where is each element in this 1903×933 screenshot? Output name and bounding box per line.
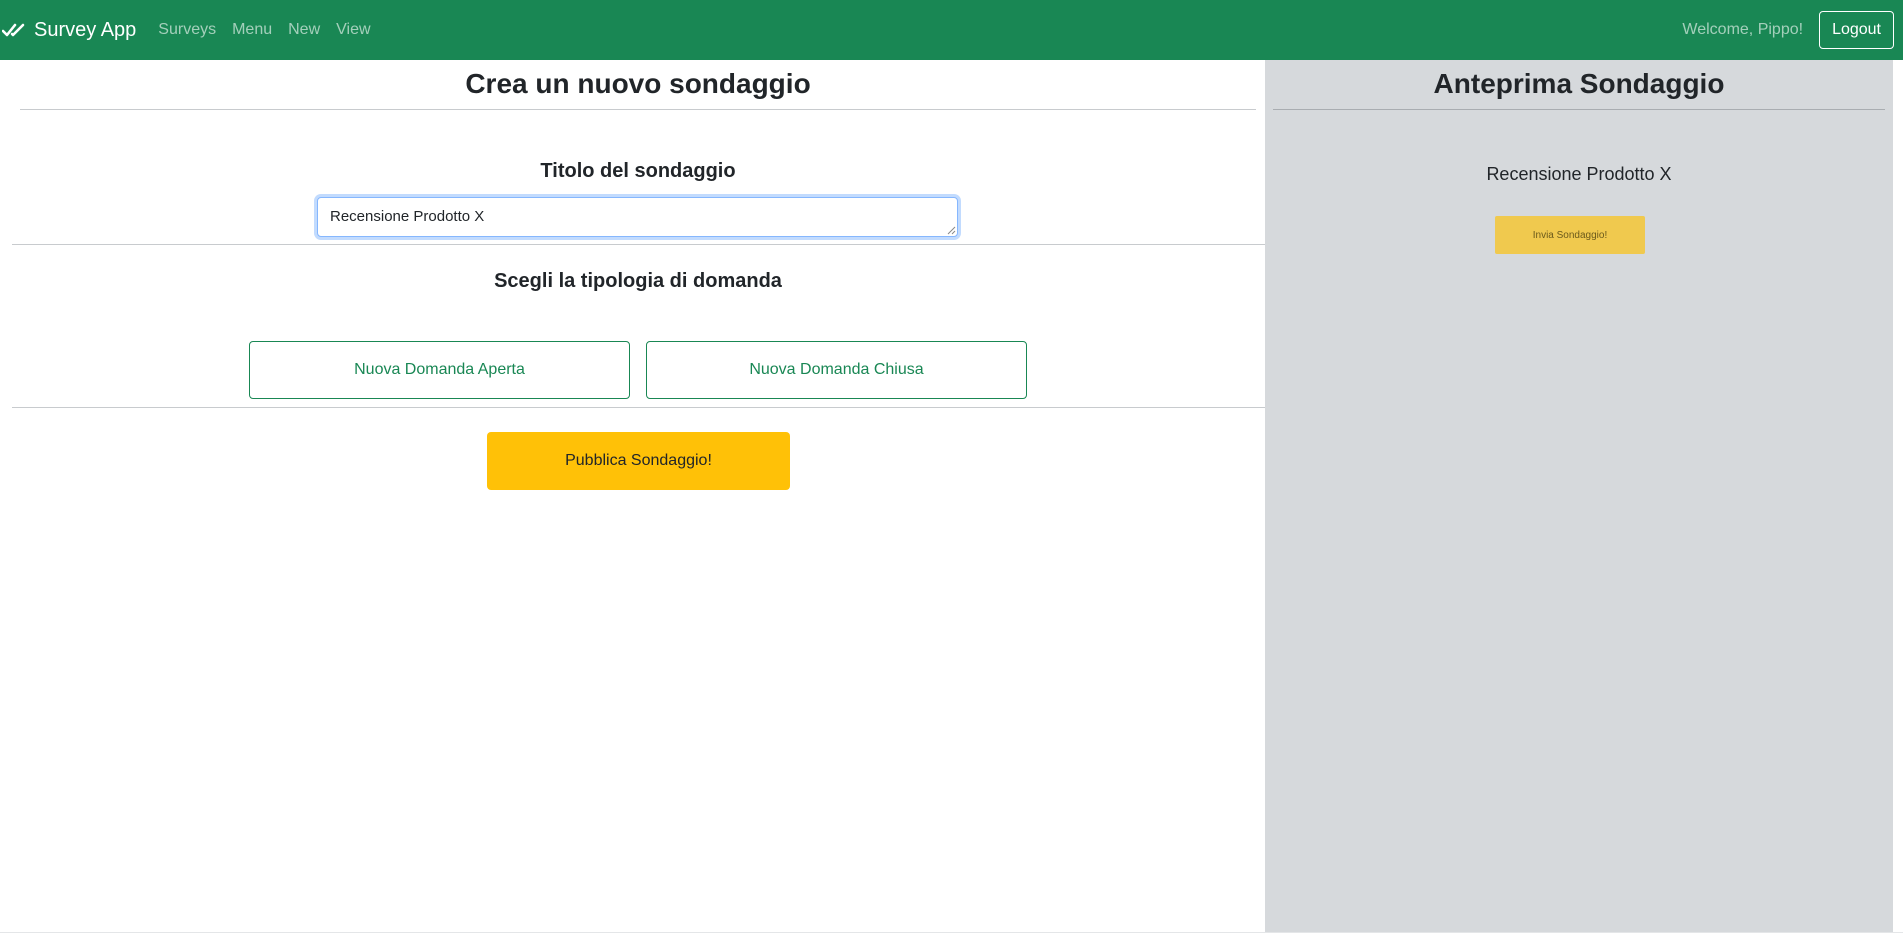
question-type-label: Scegli la tipologia di domanda [494, 270, 782, 292]
survey-title-input[interactable] [317, 197, 958, 237]
divider [12, 407, 1265, 408]
nav-link-view[interactable]: View [336, 21, 370, 39]
top-navbar: Survey App Surveys Menu New View Welcome… [0, 0, 1903, 60]
divider [20, 109, 1256, 110]
preview-survey-title: Recensione Prodotto X [1486, 164, 1672, 184]
send-survey-button[interactable]: Invia Sondaggio! [1495, 216, 1645, 254]
brand[interactable]: Survey App [2, 19, 136, 42]
nav-link-new[interactable]: New [288, 21, 320, 39]
page-title: Crea un nuovo sondaggio [465, 68, 811, 99]
title-label: Titolo del sondaggio [540, 160, 736, 182]
publish-survey-button[interactable]: Pubblica Sondaggio! [487, 432, 790, 490]
nav-link-menu[interactable]: Menu [232, 21, 272, 39]
survey-editor: Crea un nuovo sondaggio Titolo del sonda… [0, 60, 1265, 932]
divider [1273, 109, 1885, 110]
user-area: Welcome, Pippo! Logout [1682, 11, 1894, 49]
divider [12, 244, 1265, 245]
survey-preview: Anteprima Sondaggio Recensione Prodotto … [1265, 60, 1893, 932]
new-closed-question-button[interactable]: Nuova Domanda Chiusa [646, 341, 1027, 399]
double-check-icon [2, 23, 25, 37]
brand-name: Survey App [34, 18, 137, 41]
preview-title: Anteprima Sondaggio [1433, 68, 1725, 99]
nav-links: Surveys Menu New View [158, 21, 386, 39]
nav-link-surveys[interactable]: Surveys [158, 21, 216, 39]
welcome-text: Welcome, Pippo! [1682, 21, 1804, 38]
logout-button[interactable]: Logout [1819, 11, 1894, 49]
new-open-question-button[interactable]: Nuova Domanda Aperta [249, 341, 630, 399]
